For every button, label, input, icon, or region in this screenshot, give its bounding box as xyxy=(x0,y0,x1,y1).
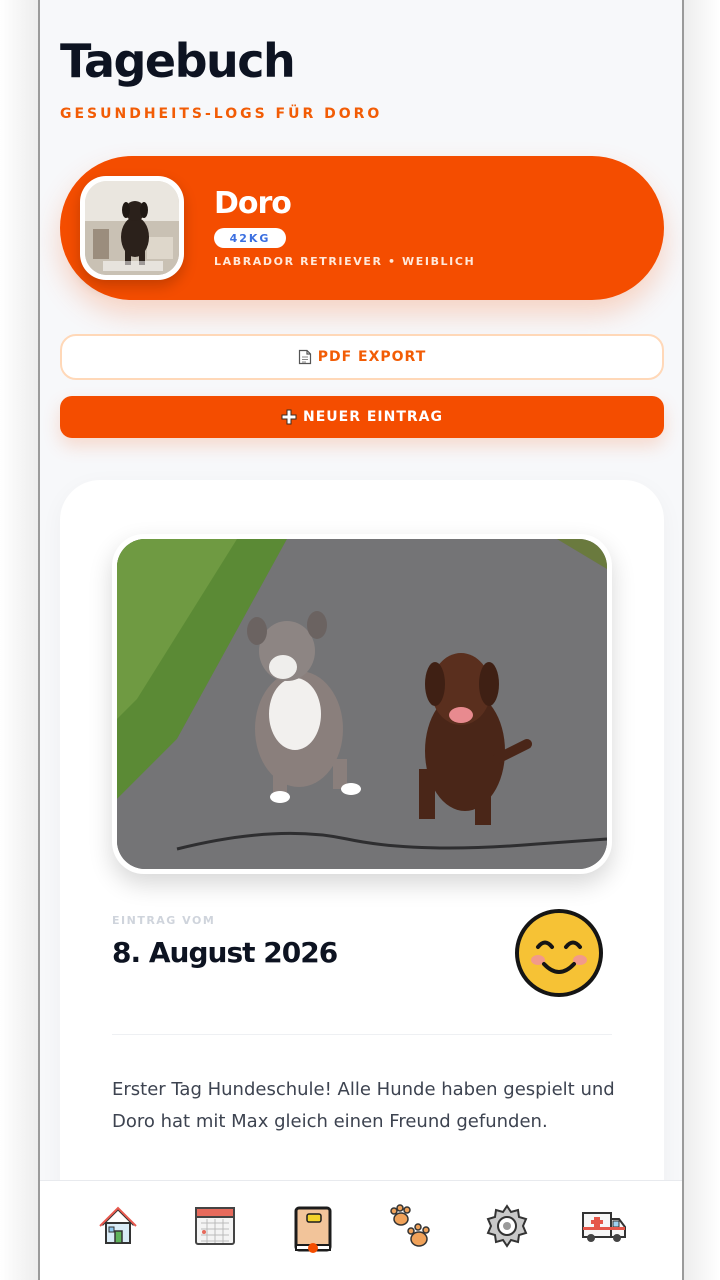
pdf-export-button[interactable]: PDF EXPORT xyxy=(60,334,664,380)
pet-name: Doro xyxy=(214,186,292,221)
active-tab-indicator xyxy=(308,1243,318,1253)
tab-diary[interactable] xyxy=(273,1181,353,1280)
bottom-tab-bar xyxy=(40,1180,682,1280)
entry-photo-image xyxy=(117,539,607,869)
app-screen: Tagebuch GESUNDHEITS-LOGS FÜR DORO Doro … xyxy=(38,0,684,1280)
ambulance-icon xyxy=(582,1212,626,1242)
entry-date-label: EINTRAG VOM xyxy=(112,914,216,927)
pet-avatar-photo xyxy=(85,181,179,275)
entry-date: 8. August 2026 xyxy=(112,936,338,969)
entry-divider xyxy=(112,1034,612,1035)
page-subtitle: GESUNDHEITS-LOGS FÜR DORO xyxy=(60,106,383,122)
settings-icon xyxy=(486,1204,528,1248)
dogs-photo-icon xyxy=(117,539,607,869)
page-title: Tagebuch xyxy=(60,34,296,88)
document-icon xyxy=(298,349,311,365)
diary-entry-card[interactable]: EINTRAG VOM 8. August 2026 Erster Tag Hu… xyxy=(60,480,664,1240)
paws-icon xyxy=(390,1204,430,1247)
plus-icon xyxy=(281,409,297,425)
smiling-face-icon[interactable] xyxy=(514,908,604,998)
calendar-icon xyxy=(195,1207,235,1245)
left-backdrop xyxy=(0,0,40,1280)
new-entry-button[interactable]: NEUER EINTRAG xyxy=(60,396,664,438)
tab-emergency[interactable] xyxy=(564,1181,644,1280)
home-icon xyxy=(99,1206,137,1244)
tab-paws[interactable] xyxy=(371,1181,451,1280)
pet-avatar[interactable] xyxy=(80,176,184,280)
pdf-export-label: PDF EXPORT xyxy=(317,349,427,365)
dog-photo-icon xyxy=(85,181,179,275)
entry-photo[interactable] xyxy=(112,534,612,874)
tab-home[interactable] xyxy=(78,1181,158,1280)
new-entry-label: NEUER EINTRAG xyxy=(302,409,443,425)
right-backdrop xyxy=(682,0,720,1280)
pet-profile-card[interactable]: Doro 42KG LABRADOR RETRIEVER • WEIBLICH xyxy=(60,156,664,300)
tab-calendar[interactable] xyxy=(175,1181,255,1280)
weight-badge: 42KG xyxy=(214,228,286,248)
breed-info: LABRADOR RETRIEVER • WEIBLICH xyxy=(214,255,476,268)
entry-text: Erster Tag Hundeschule! Alle Hunde haben… xyxy=(112,1079,615,1132)
tab-settings[interactable] xyxy=(467,1181,547,1280)
